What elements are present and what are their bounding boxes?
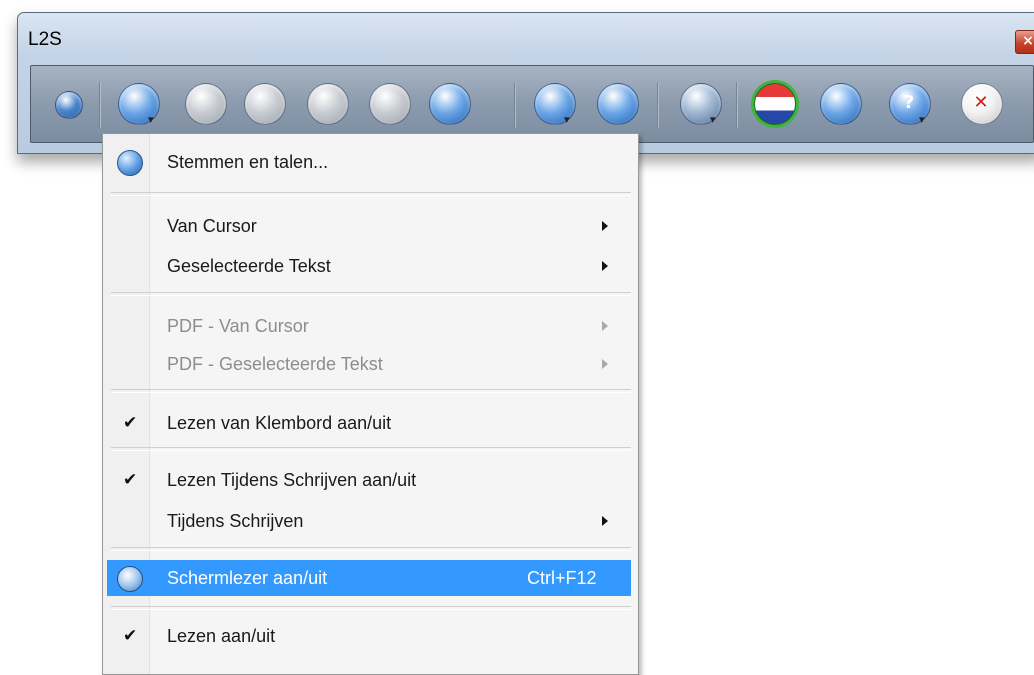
exit-button[interactable]: ✕ [961,83,1005,127]
pause-button[interactable] [307,83,351,127]
submenu-arrow-icon [602,261,608,271]
menu-separator [111,547,631,551]
menu-item-shortcut: Ctrl+F12 [527,568,597,588]
screen-reader-icon [117,566,143,592]
toolbar-separator [99,82,101,128]
pen-dropdown-button[interactable]: ▾ [680,83,724,127]
toolbar-separator [514,82,516,128]
menu-item-pdf-van-cursor: PDF - Van Cursor [107,308,631,344]
menu-item-geselecteerde-tekst[interactable]: Geselecteerde Tekst [107,248,631,284]
download-icon [429,83,471,125]
chevron-down-icon: ▾ [148,113,154,126]
menu-item-label: Lezen van Klembord aan/uit [167,413,392,433]
menu-item-label: PDF - Geselecteerde Tekst [167,354,383,374]
menu-item-lezen-tijdens-schrijven[interactable]: ✔ Lezen Tijdens Schrijven aan/uit [107,462,631,498]
menu-item-stemmen-en-talen[interactable]: Stemmen en talen... [107,144,631,180]
title-bar[interactable]: L2S × [18,13,1034,63]
menu-item-van-cursor[interactable]: Van Cursor [107,208,631,244]
dutch-flag-icon [754,83,796,125]
document-dropdown-button[interactable]: ▾ [534,83,578,127]
play-icon [244,83,286,125]
stop-button[interactable] [369,83,413,127]
menu-item-label: Geselecteerde Tekst [167,256,331,276]
submenu-arrow-icon [602,321,608,331]
menu-item-pdf-geselecteerde-tekst: PDF - Geselecteerde Tekst [107,346,631,382]
wrench-button[interactable] [820,83,864,127]
help-dropdown-button[interactable]: ? ▾ [889,83,933,127]
chevron-down-icon: ▾ [564,113,570,126]
checkmark-icon: ✔ [123,470,138,490]
button-glyph: ✕ [973,92,989,113]
submenu-arrow-icon [602,516,608,526]
menu-item-label: Stemmen en talen... [167,152,329,172]
wrench-icon [820,83,862,125]
menu-item-lezen-van-klembord[interactable]: ✔ Lezen van Klembord aan/uit [107,405,631,441]
play-button[interactable] [244,83,288,127]
submenu-arrow-icon [602,359,608,369]
menu-separator [111,606,631,610]
menu-item-label: Lezen Tijdens Schrijven aan/uit [167,470,417,490]
menu-separator [111,389,631,393]
chevron-down-icon: ▾ [919,113,925,126]
voices-icon [117,150,143,176]
document-power-button[interactable] [597,83,641,127]
toolbar: ▾ ▾ ▾? ▾ ✕ [30,65,1034,143]
menu-item-tijdens-schrijven[interactable]: Tijdens Schrijven [107,503,631,539]
skip-back-icon [185,83,227,125]
window-close-button[interactable]: × [1015,30,1034,54]
menu-item-label: Schermlezer aan/uit [167,568,328,588]
stop-icon [369,83,411,125]
menu-item-schermlezer[interactable]: Schermlezer aan/uit Ctrl+F12 [107,560,631,596]
window-title: L2S [28,29,62,50]
toolbar-separator [657,82,659,128]
menu-separator [111,292,631,296]
menu-item-label: PDF - Van Cursor [167,316,309,336]
menu-item-label: Tijdens Schrijven [167,511,304,531]
checkmark-icon: ✔ [123,413,138,433]
menu-item-lezen[interactable]: ✔ Lezen aan/uit [107,618,631,654]
checkmark-icon: ✔ [123,626,138,646]
submenu-arrow-icon [602,221,608,231]
skip-back-button[interactable] [185,83,229,127]
menu-item-label: Van Cursor [167,216,257,236]
dutch-flag-button[interactable] [754,83,798,127]
speech-bubble-dropdown-button[interactable]: ▾ [118,83,162,127]
download-button[interactable] [429,83,473,127]
menu-separator [111,447,631,451]
swap-icon [55,91,83,119]
dropdown-menu: Stemmen en talen... Van Cursor Geselecte… [102,133,639,675]
pause-icon [307,83,349,125]
document-power-icon [597,83,639,125]
menu-item-label: Lezen aan/uit [167,626,276,646]
menu-separator [111,192,631,196]
chevron-down-icon: ▾ [710,113,716,126]
swap-button[interactable] [49,83,93,127]
toolbar-separator [736,82,738,128]
